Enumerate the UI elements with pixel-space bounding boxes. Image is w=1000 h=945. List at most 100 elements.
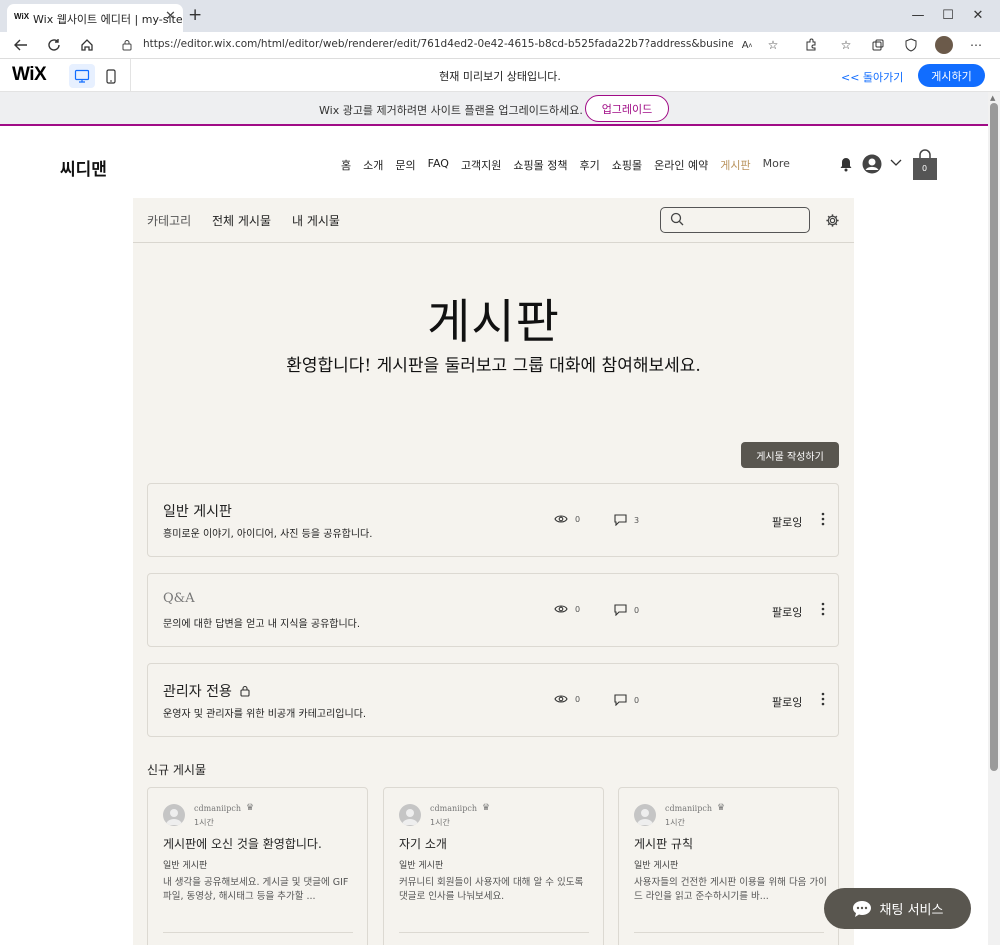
wix-favicon-icon: WiX — [14, 12, 30, 21]
forum-title: 게시판 — [427, 295, 560, 350]
post-title[interactable]: 게시판 규칙 — [634, 835, 693, 852]
category-card[interactable]: 관리자 전용 운영자 및 관리자를 위한 비공개 카테고리입니다. 0 0 팔로… — [147, 663, 839, 737]
new-posts-heading: 신규 게시물 — [147, 763, 207, 777]
post-title[interactable]: 자기 소개 — [399, 835, 447, 852]
nav-item-about[interactable]: 소개 — [363, 157, 383, 173]
member-avatar-icon[interactable] — [862, 154, 882, 174]
category-card[interactable]: Q&A 문의에 대한 답변을 얻고 내 지식을 공유합니다. 0 0 팔로잉 — [147, 573, 839, 647]
comment-icon — [614, 514, 627, 526]
minimize-icon[interactable]: — — [903, 5, 933, 25]
avatar[interactable] — [163, 804, 185, 826]
maximize-icon[interactable]: ☐ — [933, 5, 963, 25]
category-name[interactable]: 관리자 전용 — [163, 681, 250, 701]
nav-item-forum[interactable]: 게시판 — [720, 157, 750, 173]
nav-item-contact[interactable]: 문의 — [395, 157, 415, 173]
views-count: 0 — [575, 604, 581, 614]
profile-avatar[interactable] — [935, 36, 953, 54]
category-views: 0 — [554, 604, 580, 614]
follow-button[interactable]: 팔로잉 — [772, 694, 802, 710]
scroll-up-icon[interactable]: ▲ — [990, 94, 995, 102]
post-author[interactable]: cdmaniipch ♛ — [194, 803, 254, 813]
tab-my-posts[interactable]: 내 게시물 — [292, 212, 340, 229]
more-options-icon[interactable]: ⋯ — [967, 36, 985, 54]
post-time: 1시간 — [194, 818, 214, 827]
comment-icon — [614, 694, 627, 706]
search-icon[interactable] — [670, 212, 684, 226]
chevron-down-icon[interactable] — [890, 158, 902, 168]
site-name[interactable]: 씨디맨 — [60, 155, 107, 180]
post-divider — [634, 932, 824, 933]
nav-item-home[interactable]: 홈 — [341, 157, 351, 173]
category-name[interactable]: Q&A — [163, 591, 195, 606]
read-aloud-icon[interactable]: Aʌ — [738, 36, 756, 54]
cart-count: 0 — [921, 164, 928, 173]
more-options-icon[interactable] — [821, 692, 825, 706]
gear-icon[interactable] — [825, 213, 840, 228]
follow-button[interactable]: 팔로잉 — [772, 604, 802, 620]
category-comments: 0 — [614, 694, 639, 706]
comments-count: 0 — [634, 605, 640, 615]
post-card[interactable]: cdmaniipch ♛ 1시간 게시판 규칙 일반 게시판 사용자들의 건전한 … — [618, 787, 839, 945]
back-arrow-icon[interactable] — [11, 36, 31, 54]
url-text[interactable]: https://editor.wix.com/html/editor/web/r… — [143, 38, 733, 50]
tab-categories[interactable]: 카테고리 — [147, 212, 191, 229]
post-title[interactable]: 게시판에 오신 것을 환영합니다. — [163, 835, 322, 852]
post-excerpt: 사용자들의 건전한 게시판 이용을 위해 다음 가이드 라인을 읽고 준수하시기… — [634, 877, 827, 902]
close-icon[interactable]: ✕ — [165, 9, 176, 24]
category-comments: 0 — [614, 604, 639, 616]
publish-button[interactable]: 게시하기 — [918, 64, 985, 87]
post-card[interactable]: cdmaniipch ♛ 1시간 게시판에 오신 것을 환영합니다. 일반 게시판… — [147, 787, 368, 945]
post-author[interactable]: cdmaniipch ♛ — [665, 803, 725, 813]
extensions-icon[interactable] — [802, 36, 820, 54]
nav-item-shop-policy[interactable]: 쇼핑몰 정책 — [513, 157, 567, 173]
more-options-icon[interactable] — [821, 512, 825, 526]
window-close-icon[interactable]: ✕ — [963, 5, 993, 25]
new-tab-icon[interactable]: + — [188, 5, 202, 25]
category-name[interactable]: 일반 게시판 — [163, 501, 232, 521]
more-options-icon[interactable] — [821, 602, 825, 616]
post-time: 1시간 — [430, 818, 450, 827]
back-to-editor-link[interactable]: << 돌아가기 — [841, 69, 903, 85]
post-divider — [399, 932, 589, 933]
category-description: 문의에 대한 답변을 얻고 내 지식을 공유합니다. — [163, 619, 361, 630]
create-post-button[interactable]: 게시물 작성하기 — [741, 442, 839, 468]
refresh-icon[interactable] — [44, 36, 64, 54]
scrollbar-thumb[interactable] — [990, 103, 998, 771]
post-category[interactable]: 일반 게시판 — [399, 858, 443, 871]
eye-icon — [554, 515, 568, 523]
favorite-star-icon[interactable]: ☆ — [764, 36, 782, 54]
post-excerpt: 내 생각을 공유해보세요. 게시글 및 댓글에 GIF 파일, 동영상, 해시태… — [163, 877, 349, 902]
eye-icon — [554, 605, 568, 613]
avatar[interactable] — [399, 804, 421, 826]
category-card[interactable]: 일반 게시판 흥미로운 이야기, 아이디어, 사진 등을 공유합니다. 0 3 … — [147, 483, 839, 557]
lock-icon[interactable] — [117, 36, 137, 54]
post-excerpt: 커뮤니티 회원들이 사용자에 대해 알 수 있도록 댓글로 인사를 나눠보세요. — [399, 877, 584, 902]
nav-item-booking[interactable]: 온라인 예약 — [654, 157, 708, 173]
bell-icon[interactable] — [839, 157, 853, 172]
crown-icon: ♛ — [481, 803, 491, 813]
site-navigation: 홈 소개 문의 FAQ 고객지원 쇼핑몰 정책 후기 쇼핑몰 온라인 예약 게시… — [341, 157, 802, 173]
browser-tab[interactable]: WiX Wix 웹사이트 에디터 | my-site ✕ — [7, 4, 183, 32]
forum-tabs-divider — [133, 242, 854, 243]
follow-button[interactable]: 팔로잉 — [772, 514, 802, 530]
tab-all-posts[interactable]: 전체 게시물 — [212, 212, 271, 229]
post-category[interactable]: 일반 게시판 — [634, 858, 678, 871]
nav-item-shop[interactable]: 쇼핑몰 — [612, 157, 642, 173]
nav-item-reviews[interactable]: 후기 — [580, 157, 600, 173]
collections-icon[interactable] — [869, 36, 887, 54]
nav-item-more[interactable]: More — [763, 157, 790, 173]
nav-item-faq[interactable]: FAQ — [428, 157, 449, 173]
nav-item-support[interactable]: 고객지원 — [461, 157, 501, 173]
avatar[interactable] — [634, 804, 656, 826]
browser-essentials-icon[interactable] — [902, 36, 920, 54]
upgrade-button[interactable]: 업그레이드 — [585, 95, 669, 122]
category-comments: 3 — [614, 514, 639, 526]
post-author[interactable]: cdmaniipch ♛ — [430, 803, 490, 813]
home-icon[interactable] — [77, 36, 97, 54]
post-category[interactable]: 일반 게시판 — [163, 858, 207, 871]
favorites-list-icon[interactable]: ☆ — [837, 36, 855, 54]
crown-icon: ♛ — [716, 803, 726, 813]
post-divider — [163, 932, 353, 933]
post-card[interactable]: cdmaniipch ♛ 1시간 자기 소개 일반 게시판 커뮤니티 회원들이 사… — [383, 787, 604, 945]
chat-button[interactable]: 채팅 서비스 — [824, 888, 971, 929]
